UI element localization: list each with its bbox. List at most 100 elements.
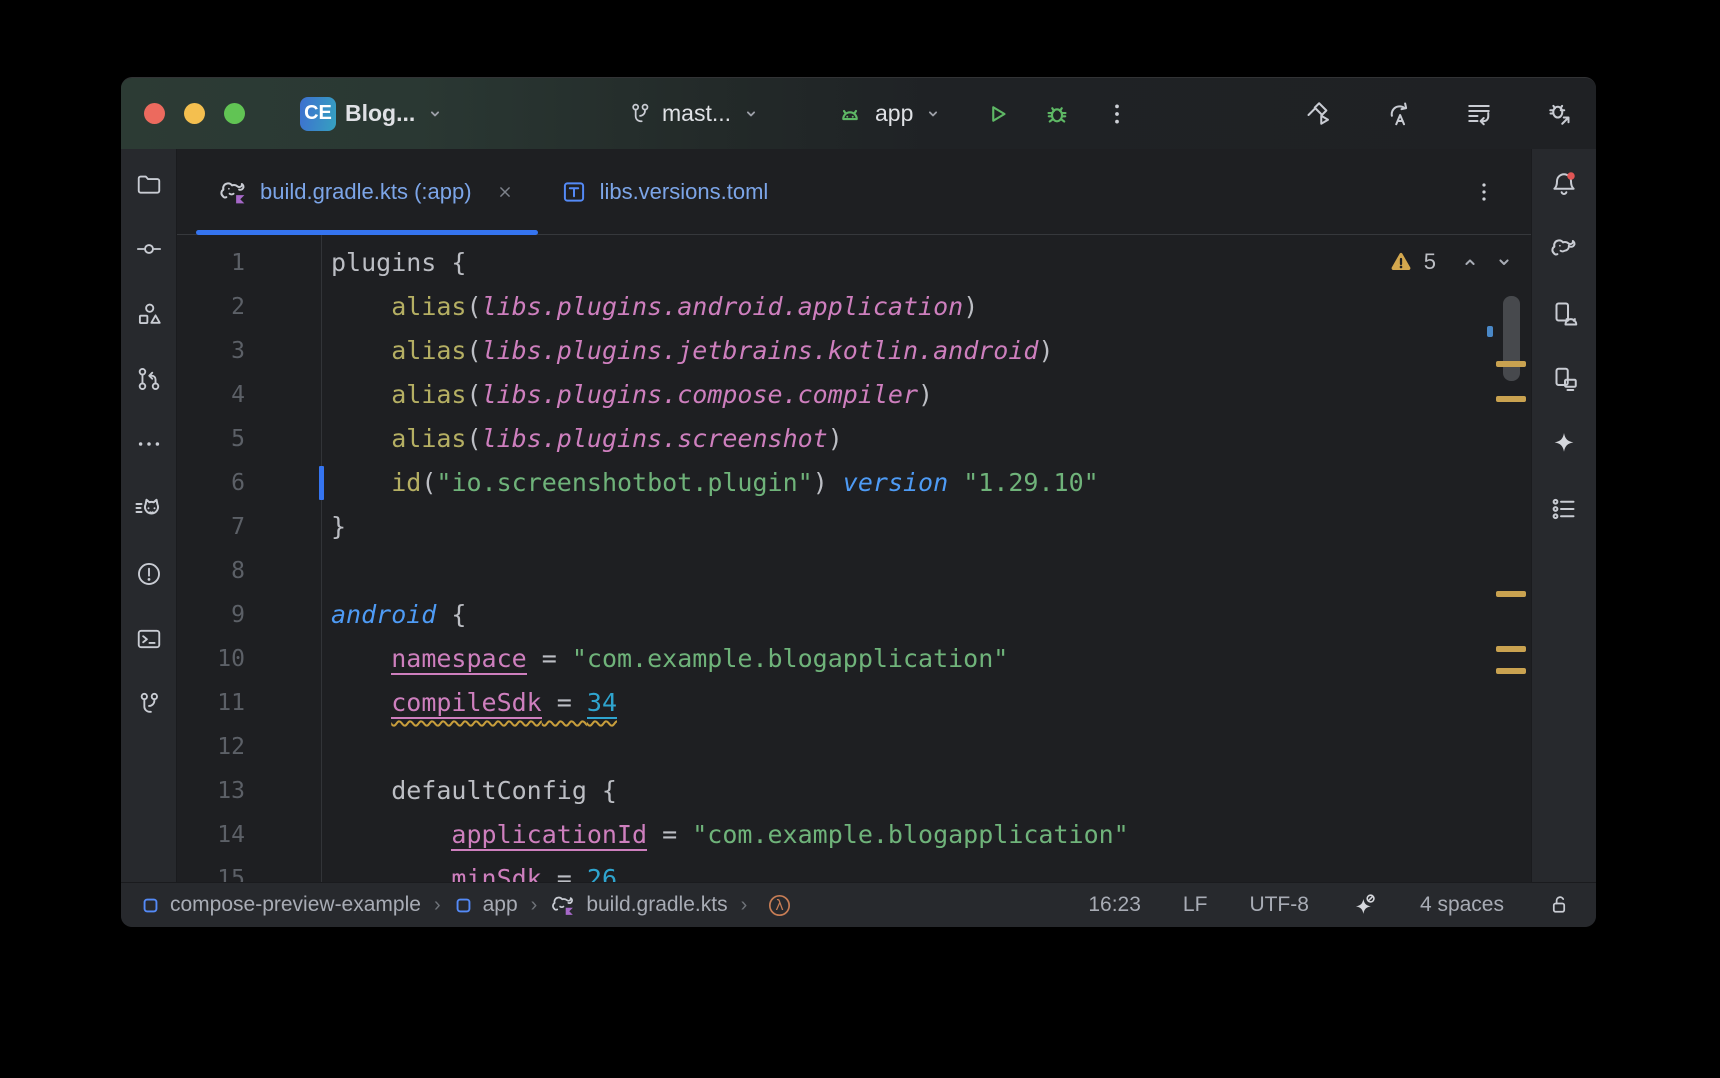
line-ending-widget[interactable]: LF	[1183, 893, 1208, 917]
git-branch-icon[interactable]	[128, 683, 170, 725]
run-config-name: app	[875, 100, 913, 127]
line-number[interactable]: 13	[177, 769, 321, 813]
code-line[interactable]: 9android {	[177, 593, 1531, 637]
commit-graph-icon[interactable]	[128, 358, 170, 400]
line-number[interactable]: 4	[177, 373, 321, 417]
breadcrumb-module[interactable]: app	[454, 893, 518, 917]
breadcrumb-project[interactable]: compose-preview-example	[141, 893, 421, 917]
code-line[interactable]: 1plugins {	[177, 241, 1531, 285]
module-icon	[141, 896, 160, 915]
more-actions-button[interactable]	[1102, 99, 1132, 129]
code-line[interactable]: 14 applicationId = "com.example.blogappl…	[177, 813, 1531, 857]
previous-problem-icon[interactable]	[1458, 250, 1482, 274]
terminal-icon[interactable]	[128, 618, 170, 660]
android-icon	[835, 99, 865, 129]
code-line[interactable]: 6 id("io.screenshotbot.plugin") version …	[177, 461, 1531, 505]
line-number[interactable]: 6	[177, 461, 321, 505]
debug-button[interactable]	[1042, 99, 1072, 129]
minimize-button[interactable]	[184, 103, 205, 124]
chevron-down-icon	[424, 103, 446, 125]
line-number[interactable]: 2	[177, 285, 321, 329]
line-number[interactable]: 12	[177, 725, 321, 769]
code-line[interactable]: 8	[177, 549, 1531, 593]
right-tool-rail	[1531, 149, 1596, 882]
notifications-bell-icon[interactable]	[1543, 163, 1585, 205]
breadcrumb: compose-preview-example › app › build.gr…	[141, 892, 793, 919]
shapes-icon[interactable]	[128, 293, 170, 335]
run-toolbar: app	[835, 99, 1132, 129]
device-manager-icon[interactable]	[1543, 293, 1585, 335]
line-number[interactable]: 15	[177, 857, 321, 882]
left-tool-rail	[121, 149, 177, 882]
attach-debugger-icon[interactable]	[1544, 99, 1574, 129]
problems-icon[interactable]	[128, 553, 170, 595]
line-number[interactable]: 14	[177, 813, 321, 857]
code-line[interactable]: 15 minSdk = 26	[177, 857, 1531, 882]
tab-build-gradle-kts[interactable]: build.gradle.kts (:app)	[196, 149, 538, 234]
indent-widget[interactable]: 4 spaces	[1420, 893, 1504, 917]
code-line[interactable]: 7}	[177, 505, 1531, 549]
line-number[interactable]: 8	[177, 549, 321, 593]
warning-stripe-mark[interactable]	[1496, 361, 1526, 367]
gradle-elephant-icon[interactable]	[1543, 228, 1585, 270]
status-widgets: 16:23 LF UTF-8 4 spaces	[1088, 892, 1572, 919]
apply-code-changes-icon[interactable]	[1464, 99, 1494, 129]
commit-icon[interactable]	[128, 228, 170, 270]
zoom-button[interactable]	[224, 103, 245, 124]
status-bar: compose-preview-example › app › build.gr…	[121, 882, 1596, 927]
code-editor[interactable]: 1plugins {2 alias(libs.plugins.android.a…	[177, 235, 1531, 882]
code-line[interactable]: 12	[177, 725, 1531, 769]
warning-stripe-mark[interactable]	[1496, 591, 1526, 597]
line-number[interactable]: 10	[177, 637, 321, 681]
line-number[interactable]: 9	[177, 593, 321, 637]
warning-stripe-mark[interactable]	[1496, 646, 1526, 652]
branch-widget[interactable]: mast...	[627, 100, 762, 127]
caret-stripe-mark[interactable]	[1487, 326, 1493, 337]
line-number[interactable]: 1	[177, 241, 321, 285]
more-tool-windows-icon[interactable]	[128, 423, 170, 465]
run-config-widget[interactable]: app	[875, 100, 944, 127]
error-stripe[interactable]	[1487, 235, 1531, 882]
running-devices-icon[interactable]	[1543, 358, 1585, 400]
close-tab-icon[interactable]	[494, 181, 516, 203]
code-line[interactable]: 5 alias(libs.plugins.screenshot)	[177, 417, 1531, 461]
line-number[interactable]: 11	[177, 681, 321, 725]
code-line[interactable]: 3 alias(libs.plugins.jetbrains.kotlin.an…	[177, 329, 1531, 373]
warning-stripe-mark[interactable]	[1496, 396, 1526, 402]
tab-libs-versions-toml[interactable]: libs.versions.toml	[538, 149, 791, 234]
code-line[interactable]: 13 defaultConfig {	[177, 769, 1531, 813]
title-bar: CE Blog... mast...	[121, 78, 1596, 149]
project-folder-icon[interactable]	[128, 163, 170, 205]
git-branch-icon	[627, 101, 653, 127]
line-number[interactable]: 3	[177, 329, 321, 373]
code-lines: 1plugins {2 alias(libs.plugins.android.a…	[177, 241, 1531, 882]
breadcrumb-separator: ›	[434, 894, 441, 917]
code-line[interactable]: 10 namespace = "com.example.blogapplicat…	[177, 637, 1531, 681]
tab-options-icon[interactable]	[1471, 149, 1497, 234]
code-line[interactable]: 2 alias(libs.plugins.android.application…	[177, 285, 1531, 329]
gemini-disabled-icon[interactable]	[1351, 892, 1378, 919]
run-button[interactable]	[982, 99, 1012, 129]
editor-tab-bar: build.gradle.kts (:app) libs.versions.to…	[177, 149, 1531, 235]
line-number[interactable]: 5	[177, 417, 321, 461]
code-line[interactable]: 4 alias(libs.plugins.compose.compiler)	[177, 373, 1531, 417]
project-widget[interactable]: CE Blog...	[300, 97, 446, 131]
encoding-widget[interactable]: UTF-8	[1249, 893, 1309, 917]
lambda-icon[interactable]: λ	[766, 892, 793, 919]
warning-stripe-mark[interactable]	[1496, 668, 1526, 674]
scrollbar-thumb[interactable]	[1503, 296, 1520, 381]
gradle-kotlin-script-icon	[218, 177, 248, 207]
breadcrumb-file[interactable]: build.gradle.kts	[550, 892, 727, 918]
speeding-cat-icon[interactable]	[128, 488, 170, 530]
apply-changes-restart-icon[interactable]	[1384, 99, 1414, 129]
build-run-icon[interactable]	[1304, 99, 1334, 129]
close-button[interactable]	[144, 103, 165, 124]
unlocked-icon[interactable]	[1546, 892, 1572, 918]
caret-position-widget[interactable]: 16:23	[1088, 893, 1141, 917]
gemini-star-icon[interactable]	[1543, 423, 1585, 465]
line-number[interactable]: 7	[177, 505, 321, 549]
toml-file-icon	[560, 178, 588, 206]
bullet-list-icon[interactable]	[1543, 488, 1585, 530]
code-line[interactable]: 11 compileSdk = 34	[177, 681, 1531, 725]
window-controls	[144, 103, 245, 124]
